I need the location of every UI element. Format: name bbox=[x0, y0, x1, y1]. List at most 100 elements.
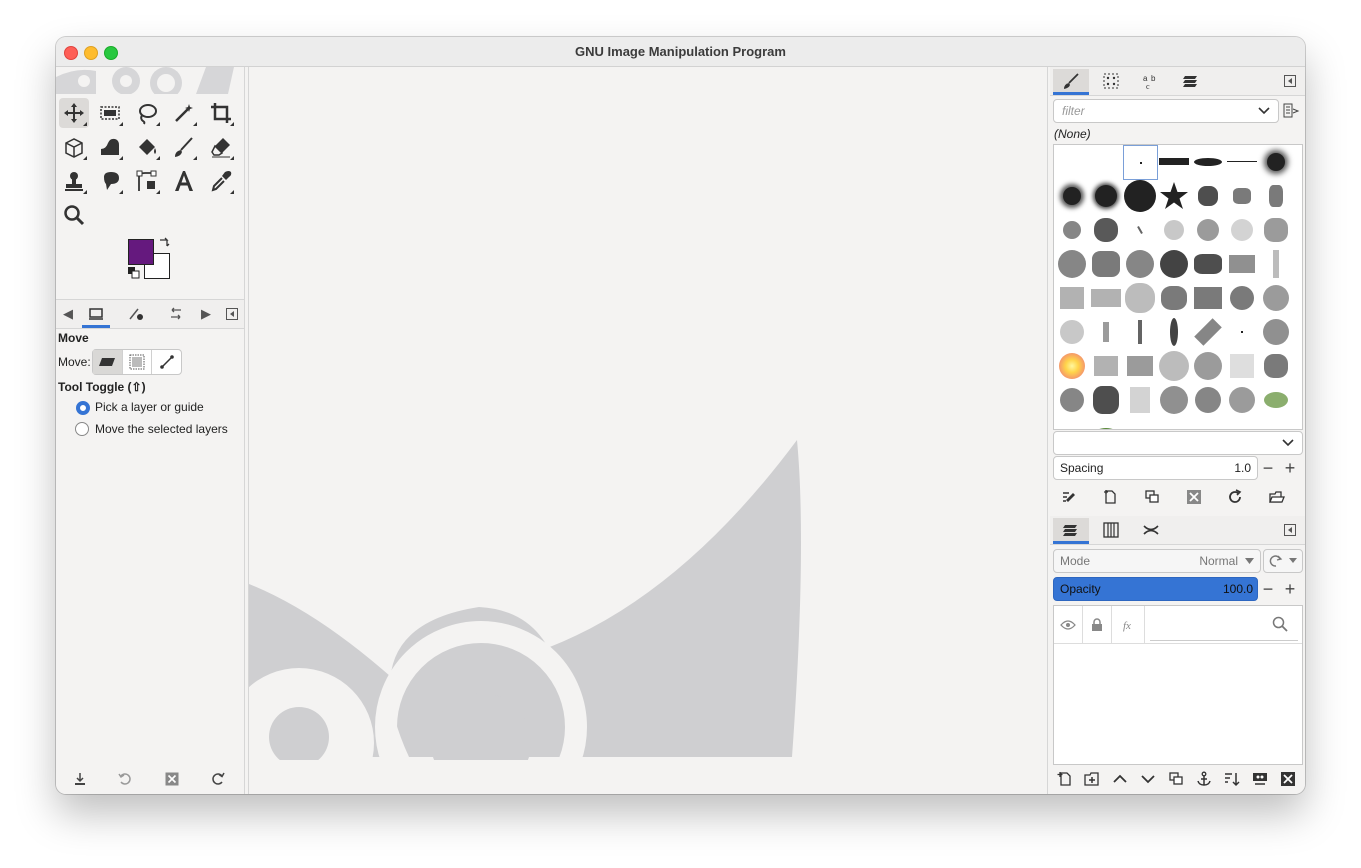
brush-soft-large[interactable] bbox=[1089, 179, 1122, 212]
paintbrush-tool[interactable] bbox=[169, 132, 199, 162]
free-select-tool[interactable] bbox=[132, 98, 162, 128]
bucket-fill-tool[interactable] bbox=[132, 132, 162, 162]
raise-layer-button[interactable] bbox=[1108, 767, 1132, 791]
brush-texture-9[interactable] bbox=[1225, 213, 1258, 246]
tab-paths[interactable] bbox=[1133, 518, 1169, 542]
tab-scroll-left-icon[interactable]: ◀ bbox=[56, 304, 80, 324]
delete-layer-button[interactable] bbox=[1276, 767, 1300, 791]
crop-tool[interactable] bbox=[206, 98, 236, 128]
move-selected-radio[interactable] bbox=[75, 422, 89, 436]
open-brush-folder-button[interactable] bbox=[1265, 485, 1289, 509]
brush-soft-medium[interactable] bbox=[1055, 179, 1088, 212]
reset-options-button[interactable] bbox=[206, 767, 230, 791]
spacing-decrease-button[interactable]: − bbox=[1258, 457, 1278, 479]
brush-texture-18[interactable] bbox=[1055, 281, 1088, 314]
brush-texture-38[interactable] bbox=[1055, 383, 1088, 416]
brush-texture-23[interactable] bbox=[1225, 281, 1258, 314]
move-tool[interactable] bbox=[59, 98, 89, 128]
brush-texture-4[interactable] bbox=[1055, 213, 1088, 246]
dock-menu-icon[interactable] bbox=[1278, 69, 1302, 93]
brush-texture-39[interactable] bbox=[1089, 383, 1122, 416]
warp-transform-tool[interactable] bbox=[95, 132, 125, 162]
brush-texture-20[interactable] bbox=[1123, 281, 1156, 314]
brush-texture-6[interactable] bbox=[1123, 213, 1156, 246]
text-tool[interactable] bbox=[169, 166, 199, 196]
lower-layer-button[interactable] bbox=[1136, 767, 1160, 791]
brush-sparkle[interactable] bbox=[1055, 349, 1088, 382]
tab-layers[interactable] bbox=[1053, 518, 1089, 544]
paths-tool[interactable] bbox=[132, 166, 162, 196]
brush-pepper[interactable] bbox=[1089, 417, 1122, 429]
effects-column-icon[interactable]: fx bbox=[1116, 606, 1145, 643]
brush-texture-41[interactable] bbox=[1157, 383, 1190, 416]
brush-ellipse[interactable] bbox=[1191, 145, 1224, 178]
tab-document-history[interactable] bbox=[1173, 69, 1209, 93]
brush-texture-35[interactable] bbox=[1191, 349, 1224, 382]
edit-brush-button[interactable] bbox=[1057, 485, 1081, 509]
brush-filter-input[interactable]: filter bbox=[1053, 99, 1279, 123]
brush-texture-17[interactable] bbox=[1259, 247, 1292, 280]
save-options-button[interactable] bbox=[68, 767, 92, 791]
tab-fonts[interactable]: abc bbox=[1133, 69, 1169, 93]
brush-texture-16[interactable] bbox=[1225, 247, 1258, 280]
brush-hard-circle[interactable] bbox=[1123, 179, 1156, 212]
new-layer-button[interactable] bbox=[1052, 767, 1076, 791]
brush-texture-8[interactable] bbox=[1191, 213, 1224, 246]
tab-undo-history[interactable] bbox=[164, 304, 188, 324]
brush-texture-29[interactable] bbox=[1191, 315, 1224, 348]
brush-texture-15[interactable] bbox=[1191, 247, 1224, 280]
merge-layer-button[interactable] bbox=[1220, 767, 1244, 791]
brush-texture-10[interactable] bbox=[1259, 213, 1292, 246]
clone-tool[interactable] bbox=[59, 166, 89, 196]
spacing-increase-button[interactable]: + bbox=[1280, 457, 1300, 479]
layer-mask-button[interactable] bbox=[1248, 767, 1272, 791]
brush-texture-5[interactable] bbox=[1089, 213, 1122, 246]
zoom-tool[interactable] bbox=[59, 200, 89, 230]
anchor-layer-button[interactable] bbox=[1192, 767, 1216, 791]
brush-texture-19[interactable] bbox=[1089, 281, 1122, 314]
fuzzy-select-tool[interactable] bbox=[169, 98, 199, 128]
brush-texture-37[interactable] bbox=[1259, 349, 1292, 382]
pick-layer-label[interactable]: Pick a layer or guide bbox=[95, 400, 204, 414]
smudge-tool[interactable] bbox=[95, 166, 125, 196]
tab-brushes[interactable] bbox=[1053, 69, 1089, 95]
default-colors-icon[interactable] bbox=[128, 267, 140, 279]
image-canvas-area[interactable] bbox=[248, 67, 1048, 794]
color-picker-tool[interactable] bbox=[206, 166, 236, 196]
delete-options-button[interactable] bbox=[160, 767, 184, 791]
tab-tool-options[interactable] bbox=[84, 304, 108, 324]
lock-column-icon[interactable] bbox=[1083, 606, 1112, 643]
brush-texture-7[interactable] bbox=[1157, 213, 1190, 246]
move-selected-label[interactable]: Move the selected layers bbox=[95, 422, 228, 436]
swap-colors-icon[interactable] bbox=[158, 237, 170, 249]
pick-layer-radio[interactable] bbox=[76, 401, 90, 415]
brush-texture-43[interactable] bbox=[1225, 383, 1258, 416]
brush-texture-33[interactable] bbox=[1123, 349, 1156, 382]
brush-texture-25[interactable] bbox=[1055, 315, 1088, 348]
tab-scroll-right-icon[interactable]: ▶ bbox=[194, 304, 218, 324]
brush-texture-42[interactable] bbox=[1191, 383, 1224, 416]
brush-texture-22[interactable] bbox=[1191, 281, 1224, 314]
move-path-option[interactable] bbox=[152, 350, 181, 374]
layers-menu-icon[interactable] bbox=[1278, 518, 1302, 542]
tag-icon[interactable] bbox=[1282, 102, 1300, 120]
visibility-column-icon[interactable] bbox=[1054, 606, 1083, 643]
brush-texture-27[interactable] bbox=[1123, 315, 1156, 348]
brush-texture-21[interactable] bbox=[1157, 281, 1190, 314]
move-selection-option[interactable] bbox=[123, 350, 153, 374]
brush-block[interactable] bbox=[1157, 145, 1190, 178]
delete-brush-button[interactable] bbox=[1182, 485, 1206, 509]
brush-texture-44[interactable] bbox=[1055, 417, 1088, 429]
brush-texture-24[interactable] bbox=[1259, 281, 1292, 314]
opacity-slider[interactable]: Opacity 100.0 bbox=[1053, 577, 1258, 601]
brush-texture-13[interactable] bbox=[1123, 247, 1156, 280]
rect-select-tool[interactable] bbox=[95, 98, 125, 128]
spacing-field[interactable]: Spacing 1.0 bbox=[1053, 456, 1258, 480]
tab-menu-icon[interactable] bbox=[220, 304, 244, 324]
move-layer-option[interactable] bbox=[93, 350, 123, 374]
composite-mode-button[interactable] bbox=[1263, 549, 1303, 573]
tab-device-status[interactable] bbox=[124, 304, 148, 324]
brush-category-dropdown[interactable] bbox=[1053, 431, 1303, 455]
brush-pixel[interactable] bbox=[1123, 145, 1158, 180]
brush-line[interactable] bbox=[1225, 145, 1258, 178]
